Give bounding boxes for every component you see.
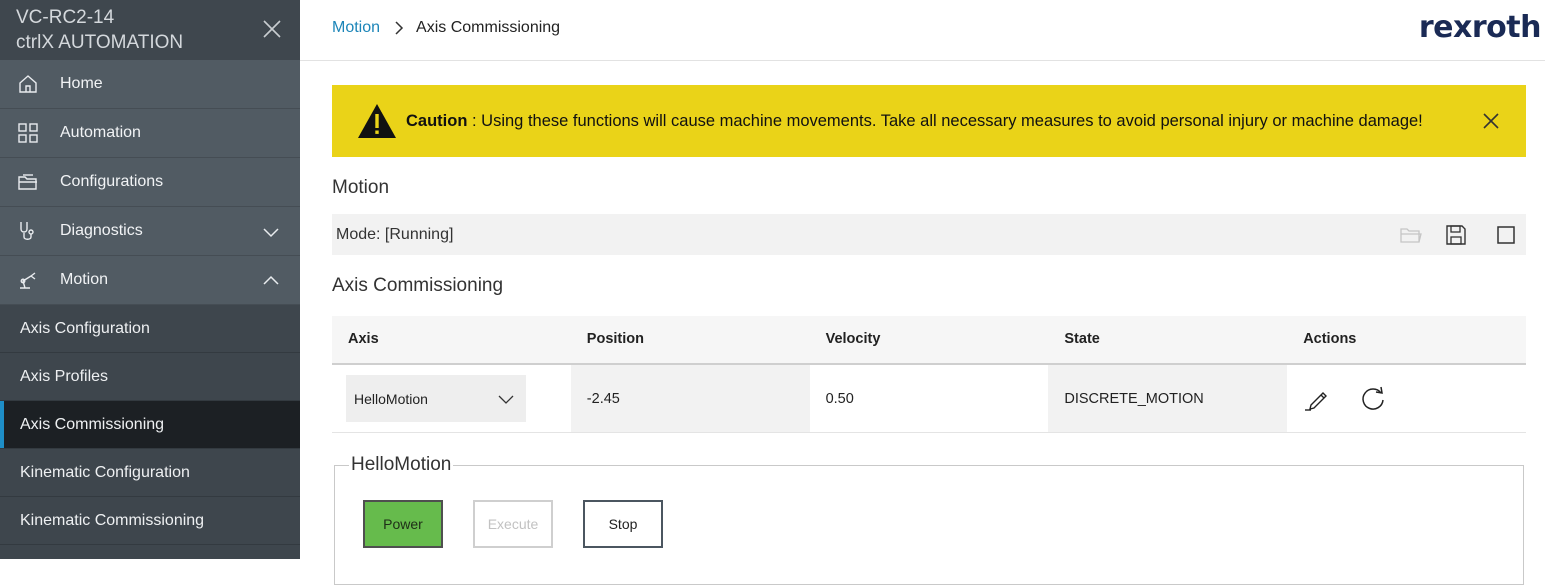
caution-text: Caution : Using these functions will cau… [406, 112, 1423, 131]
state-cell: DISCRETE_MOTION [1048, 365, 1288, 432]
table-header: Axis Position Velocity State Actions [332, 316, 1526, 365]
sidebar-footer-space [0, 545, 300, 559]
chevron-right-icon [395, 21, 404, 35]
sidebar-item-label: Home [60, 75, 103, 92]
breadcrumb-link-motion[interactable]: Motion [332, 19, 380, 37]
folder-open-icon[interactable] [1400, 224, 1422, 246]
sidebar-subitem-axis-configuration[interactable]: Axis Configuration [0, 305, 300, 353]
close-sidebar-icon[interactable] [262, 19, 282, 39]
sidebar-item-label: Motion [60, 271, 109, 288]
home-icon [16, 72, 40, 96]
column-header-actions: Actions [1303, 331, 1357, 347]
edit-pencil-icon[interactable] [1303, 385, 1331, 413]
folder-open-icon [16, 170, 40, 194]
sidebar-item-motion[interactable]: Motion [0, 256, 300, 305]
sidebar-subitem-axis-commissioning[interactable]: Axis Commissioning [0, 401, 300, 449]
axis-commissioning-title: Axis Commissioning [332, 275, 504, 296]
stethoscope-icon [16, 219, 40, 243]
control-panel: HelloMotion Power Execute Stop [334, 454, 1524, 585]
execute-button[interactable]: Execute [473, 500, 553, 548]
top-bar: Motion Axis Commissioning rexroth [300, 0, 1545, 61]
logo-text: rexroth [1418, 10, 1542, 45]
save-icon[interactable] [1445, 224, 1467, 246]
breadcrumb-current: Axis Commissioning [416, 19, 561, 36]
robot-arm-icon [16, 268, 40, 292]
stop-button[interactable]: Stop [583, 500, 663, 548]
close-icon[interactable] [1482, 112, 1500, 130]
column-header-position: Position [586, 331, 644, 347]
sidebar-item-diagnostics[interactable]: Diagnostics [0, 207, 300, 256]
axis-select-value: HelloMotion [354, 390, 428, 407]
sidebar-item-label: Diagnostics [60, 222, 143, 239]
sidebar: VC-RC2-14 ctrlX AUTOMATION Home Automati… [0, 0, 300, 559]
refresh-icon[interactable] [1359, 385, 1387, 413]
sidebar-subitem-axis-profiles[interactable]: Axis Profiles [0, 353, 300, 401]
grid-icon [16, 121, 40, 145]
chevron-up-icon[interactable] [262, 272, 280, 290]
sidebar-subitem-kinematic-commissioning[interactable]: Kinematic Commissioning [0, 497, 300, 545]
mode-status: Mode: [Running] [336, 226, 454, 243]
caution-banner: Caution : Using these functions will cau… [332, 85, 1526, 157]
sidebar-item-label: Automation [60, 124, 141, 141]
axis-select[interactable]: HelloMotion [346, 375, 526, 422]
device-id: VC-RC2-14 [16, 7, 115, 28]
device-name: VC-RC2-14 ctrlX AUTOMATION [16, 5, 183, 55]
warning-triangle-icon [358, 104, 396, 138]
caution-label: Caution [406, 111, 468, 130]
caution-message: : Using these functions will cause machi… [467, 111, 1423, 130]
sidebar-item-label: Configurations [60, 173, 164, 190]
product-name: ctrlX AUTOMATION [16, 32, 184, 53]
motion-section-title: Motion [332, 177, 390, 198]
breadcrumb: Motion Axis Commissioning [332, 19, 560, 37]
sidebar-subitem-kinematic-configuration[interactable]: Kinematic Configuration [0, 449, 300, 497]
stop-square-icon[interactable] [1495, 224, 1517, 246]
sidebar-item-configurations[interactable]: Configurations [0, 158, 300, 207]
actions-cell [1287, 365, 1526, 432]
column-header-velocity: Velocity [825, 331, 881, 347]
axis-cell: HelloMotion [332, 365, 571, 432]
position-cell: -2.45 [570, 365, 810, 432]
sidebar-item-home[interactable]: Home [0, 60, 300, 109]
mode-bar: Mode: [Running] [332, 214, 1526, 255]
sidebar-header: VC-RC2-14 ctrlX AUTOMATION [0, 0, 300, 60]
power-button[interactable]: Power [363, 500, 443, 548]
control-panel-legend: HelloMotion [349, 454, 454, 476]
chevron-down-icon[interactable] [262, 223, 280, 241]
table-row: HelloMotion -2.45 0.50 DISCRETE_MOTION [332, 365, 1526, 433]
sidebar-item-automation[interactable]: Automation [0, 109, 300, 158]
column-header-state: State [1064, 331, 1100, 347]
axis-table: Axis Position Velocity State Actions Hel… [332, 316, 1526, 433]
column-header-axis: Axis [348, 331, 379, 347]
chevron-down-icon [498, 395, 514, 404]
rexroth-logo: rexroth [1418, 10, 1542, 45]
velocity-cell: 0.50 [825, 390, 854, 407]
